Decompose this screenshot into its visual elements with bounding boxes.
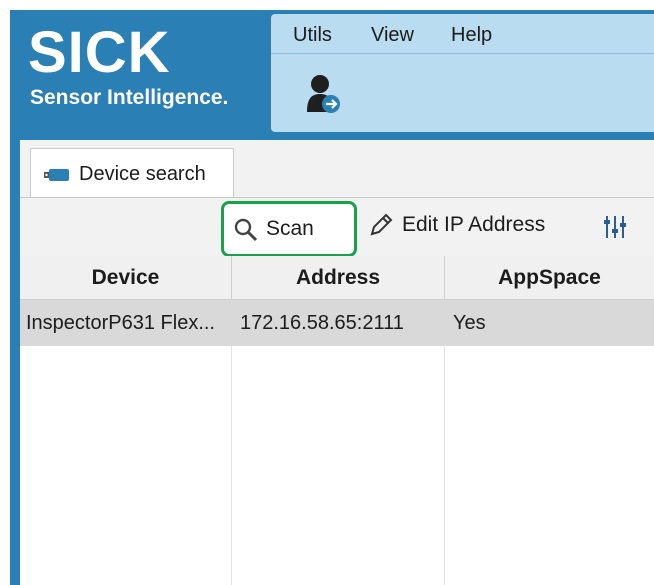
device-toolbar: Scan Edit IP Address [20,197,654,257]
menu-utils[interactable]: Utils [293,24,332,47]
search-icon [234,218,258,242]
edit-ip-label: Edit IP Address [402,213,546,236]
column-header-address[interactable]: Address [232,256,445,300]
table-header: Device Address AppSpace [20,256,654,300]
scan-label: Scan [266,217,314,240]
menu-help[interactable]: Help [451,24,492,47]
user-login-icon [307,75,340,113]
tab-label: Device search [79,163,206,185]
column-settings-button[interactable] [600,212,630,242]
content-area: Device search Scan Edit IP Address Devic… [20,140,654,585]
device-search-icon [44,169,69,181]
brand-name: SICK [28,20,171,85]
menu-panel: Utils View Help [271,14,654,132]
column-header-appspace[interactable]: AppSpace [445,256,654,300]
table-row[interactable]: InspectorP631 Flex... 172.16.58.65:2111 … [20,300,654,346]
cell-address: 172.16.58.65:2111 [240,312,404,334]
pencil-icon [370,213,393,236]
tab-device-search[interactable]: Device search [30,148,234,198]
brand-logo: SICK Sensor Intelligence. [10,10,270,135]
brand-tagline: Sensor Intelligence. [30,86,229,109]
menubar: Utils View Help [271,14,654,54]
column-header-device[interactable]: Device [20,256,232,300]
cell-appspace: Yes [453,312,486,334]
edit-ip-button[interactable]: Edit IP Address [368,208,568,244]
user-login-button[interactable] [307,74,341,114]
main-toolbar [271,54,654,132]
menu-view[interactable]: View [371,24,414,47]
device-table: Device Address AppSpace InspectorP631 Fl… [20,256,654,585]
sliders-icon [604,216,626,238]
scan-button[interactable]: Scan [221,201,357,257]
cell-device: InspectorP631 Flex... [26,312,215,334]
app-window: SICK Sensor Intelligence. Utils View Hel… [10,10,654,585]
